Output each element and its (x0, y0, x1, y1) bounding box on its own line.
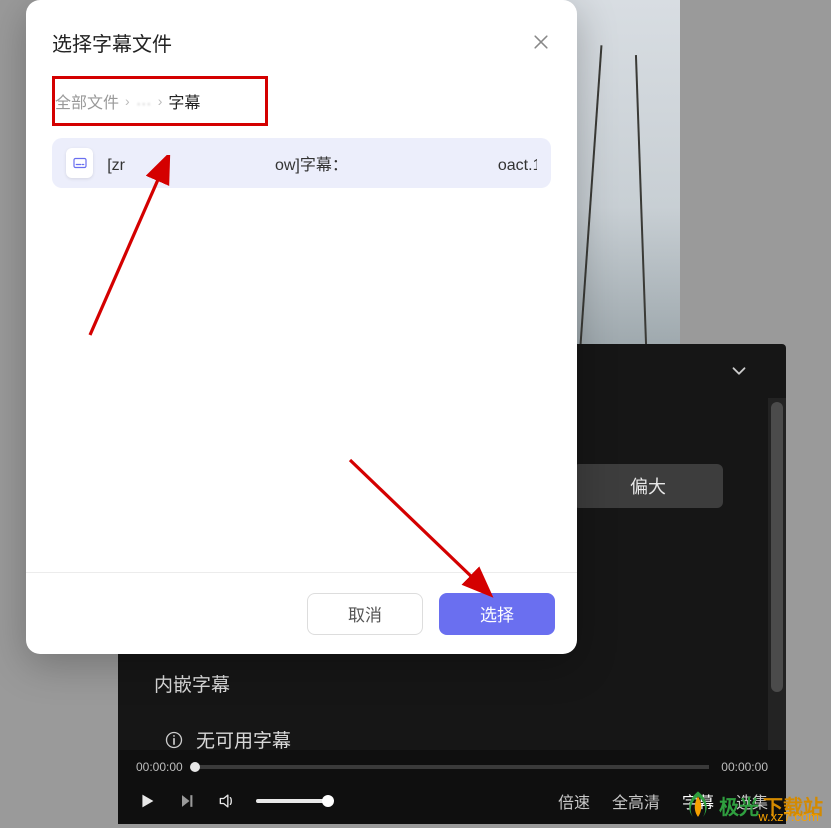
time-current: 00:00:00 (136, 760, 183, 774)
watermark-logo-icon (681, 788, 715, 822)
play-icon[interactable] (136, 790, 158, 812)
subtitle-file-name: [zr ow]字幕： oact.1998... (107, 151, 537, 175)
watermark-text-1: 极光 (719, 791, 759, 820)
volume-slider[interactable] (256, 799, 328, 803)
progress-track[interactable] (195, 765, 710, 769)
breadcrumb: 全部文件 › … › 字幕 (55, 89, 255, 113)
select-button-label: 选择 (480, 601, 514, 626)
chevron-right-icon: › (158, 93, 163, 109)
info-icon (164, 730, 184, 750)
breadcrumb-middle[interactable]: … (136, 92, 152, 110)
chevron-right-icon: › (125, 93, 130, 109)
cancel-button-label: 取消 (348, 601, 382, 626)
font-size-option-large[interactable]: 偏大 (573, 464, 723, 508)
next-icon[interactable] (176, 790, 198, 812)
breadcrumb-root[interactable]: 全部文件 (55, 89, 119, 113)
no-subtitle-text: 无可用字幕 (196, 726, 291, 753)
modal-title: 选择字幕文件 (52, 28, 172, 57)
no-subtitle-row: 无可用字幕 (164, 726, 291, 753)
cancel-button[interactable]: 取消 (307, 593, 423, 635)
volume-icon[interactable] (216, 790, 238, 812)
volume-thumb[interactable] (322, 795, 334, 807)
breadcrumb-highlight: 全部文件 › … › 字幕 (52, 76, 268, 126)
watermark: 极光 下载站 w.xz7.com (681, 788, 823, 822)
quality-button[interactable]: 全高清 (612, 789, 660, 813)
progress-thumb[interactable] (190, 762, 200, 772)
chevron-down-icon[interactable] (728, 360, 750, 382)
breadcrumb-current: 字幕 (168, 89, 200, 113)
scrollbar-thumb[interactable] (771, 402, 783, 692)
speed-button[interactable]: 倍速 (558, 789, 590, 813)
subtitle-file-row[interactable]: [zr ow]字幕： oact.1998... (52, 138, 551, 188)
watermark-url: w.xz7.com (758, 809, 819, 824)
subtitle-file-modal: 选择字幕文件 全部文件 › … › 字幕 [zr ow]字幕： oact.199… (26, 0, 577, 654)
embed-subtitle-heading: 内嵌字幕 (154, 670, 230, 697)
subtitle-file-icon (66, 148, 93, 178)
close-icon[interactable] (531, 32, 551, 52)
select-button[interactable]: 选择 (439, 593, 555, 635)
font-size-label: 偏大 (630, 473, 666, 499)
time-total: 00:00:00 (721, 760, 768, 774)
